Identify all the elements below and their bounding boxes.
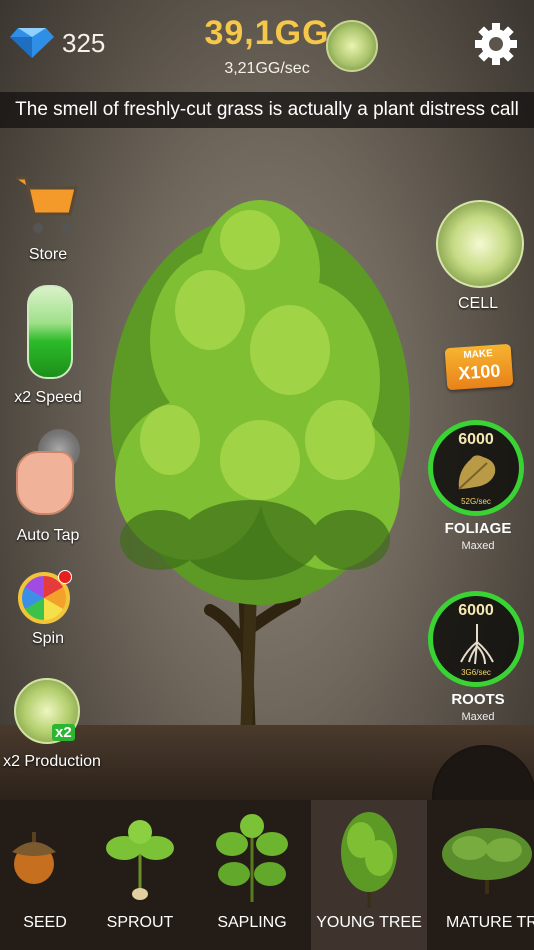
store-button[interactable]: Store [10,170,86,266]
roots-status: Maxed [461,711,495,723]
auto-tap-label: Auto Tap [16,527,80,544]
currency-total: 39,1GG [204,14,330,52]
mature-tree-icon [442,828,532,894]
cell-button[interactable]: CELL [432,198,524,314]
production-label: x2 Production [3,753,101,770]
roots-icon [460,624,494,665]
store-label: Store [28,246,68,263]
stage-label-seed: SEED [23,914,67,931]
production-badge: x2 [52,724,75,741]
stage-mature-tree[interactable]: MATURE TRE [434,800,534,950]
currency-rate: 3,21GG/sec [224,60,310,77]
shopping-cart-icon [16,176,78,233]
young-tree-icon [341,812,397,908]
roots-progress-ring: 6000 3G6/sec [428,591,524,687]
auto-tap-button[interactable]: Auto Tap [2,425,94,549]
speed-label: x2 Speed [14,389,82,406]
roots-level: 6000 [458,602,494,619]
acorn-icon [12,832,56,884]
stage-young-tree[interactable]: YOUNG TREE [311,800,427,950]
settings-button[interactable] [474,22,518,66]
notification-dot [58,570,72,584]
cell-icon [436,200,524,288]
fact-banner: The smell of freshly-cut grass is actual… [0,92,534,128]
foliage-upgrade[interactable]: 6000 52G/sec FOLIAGE Maxed [428,420,528,556]
foliage-rate: 52G/sec [461,497,491,506]
roots-rate: 3G6/sec [461,668,491,677]
stage-label-sprout: SPROUT [106,914,174,931]
stage-seed[interactable]: SEED [0,800,90,950]
stage-sprout[interactable]: SPROUT [90,800,190,950]
spin-label: Spin [31,630,65,647]
tree-illustration[interactable] [100,180,420,740]
stage-label-young-tree: YOUNG TREE [316,914,422,931]
foliage-level: 6000 [458,431,494,448]
make-x100-button[interactable]: MAKE X100 [444,343,514,391]
stage-label-mature-tree: MATURE TRE [446,914,534,931]
x100-label: X100 [457,360,502,384]
potion-icon [27,285,73,379]
oak-leaf-icon [458,455,496,490]
cell-currency-icon [326,20,378,72]
cell-label: CELL [457,295,499,312]
gear-icon [475,23,517,65]
roots-upgrade[interactable]: 6000 3G6/sec ROOTS Maxed [428,591,528,727]
foliage-progress-ring: 6000 52G/sec [428,420,524,516]
sapling-icon [216,814,288,902]
roots-label: ROOTS [451,691,505,708]
sprout-icon [106,820,174,900]
production-button[interactable]: x2 x2 Production [0,676,104,776]
stage-sapling[interactable]: SAPLING [200,800,304,950]
foliage-status: Maxed [461,540,495,552]
foliage-label: FOLIAGE [444,520,512,537]
speed-button[interactable]: x2 Speed [2,285,94,409]
stage-label-sapling: SAPLING [217,914,287,931]
hand-pointer-icon [16,451,74,515]
spin-button[interactable]: Spin [8,568,88,652]
